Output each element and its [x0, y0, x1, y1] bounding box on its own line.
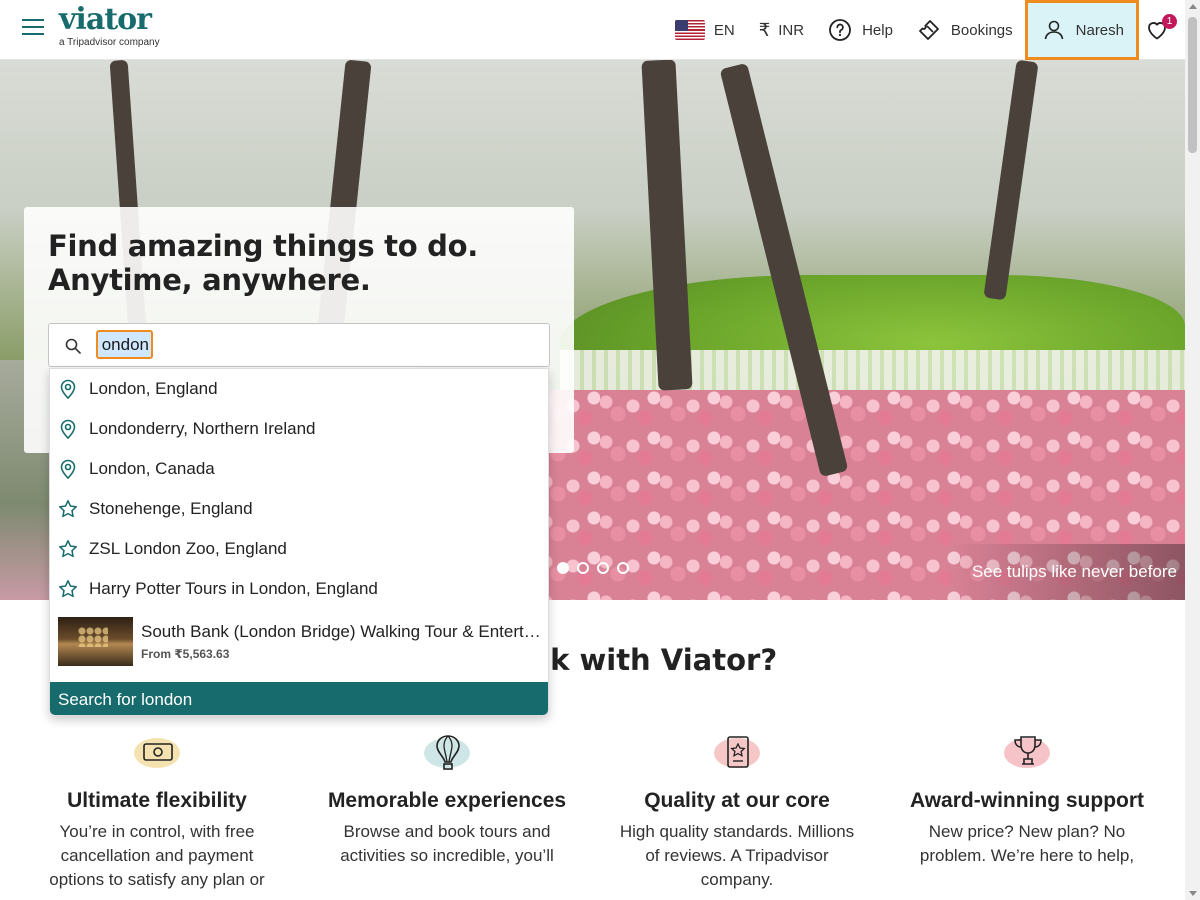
feature-title: Quality at our core	[644, 789, 830, 812]
money-icon-glyph	[143, 743, 173, 761]
badge-star-icon	[712, 730, 762, 774]
feature-description: You’re in control, with free cancellatio…	[49, 822, 265, 889]
star-icon	[59, 540, 77, 558]
hero-heading-line2: Anytime, anywhere.	[48, 263, 371, 297]
language-label: EN	[713, 21, 735, 39]
scroll-down-arrow-icon[interactable]	[1189, 891, 1197, 896]
ticket-icon	[919, 20, 939, 40]
carousel-dot-3[interactable]	[597, 562, 609, 574]
suggestion-label: London, England	[89, 379, 218, 398]
user-profile-button[interactable]: Naresh	[1024, 0, 1139, 60]
suggestion-label: ZSL London Zoo, England	[89, 539, 287, 558]
bookings-label: Bookings	[950, 21, 1013, 39]
user-name: Naresh	[1075, 21, 1124, 39]
search-for-label: Search for london	[58, 689, 193, 709]
feature-experiences: Memorable experiences Browse and book to…	[322, 730, 572, 868]
suggestion-label: Stonehenge, England	[89, 499, 253, 518]
us-flag-icon	[674, 20, 705, 40]
badge-star-icon-glyph	[727, 736, 749, 768]
help-icon	[829, 19, 851, 41]
viator-logo[interactable]: viator a Tripadvisor company	[59, 2, 160, 48]
location-pin-icon	[60, 459, 76, 479]
product-price: From ₹5,563.63	[141, 646, 230, 661]
star-icon	[59, 580, 77, 598]
site-header: viator a Tripadvisor company EN ₹ INR He…	[0, 0, 1185, 60]
wishlist-button[interactable]: 1	[1139, 0, 1185, 60]
search-suggestions-dropdown: London, England Londonderry, Northern Ir…	[49, 368, 549, 716]
tree-trunk	[983, 60, 1039, 301]
feature-description: New price? New plan? No problem. We’re h…	[919, 822, 1135, 865]
suggestion-label: Londonderry, Northern Ireland	[89, 419, 316, 438]
menu-icon[interactable]	[22, 19, 44, 37]
currency-selector[interactable]: ₹ INR	[747, 0, 816, 60]
trophy-icon-glyph	[1014, 736, 1042, 765]
star-icon	[59, 500, 77, 518]
suggestion-item[interactable]: Harry Potter Tours in London, England	[50, 569, 548, 609]
hot-air-balloon-icon	[422, 730, 472, 774]
logo-tagline: a Tripadvisor company	[59, 37, 160, 48]
hero-heading: Find amazing things to do. Anytime, anyw…	[48, 229, 478, 297]
top-nav: EN ₹ INR Help Bookings Naresh 1	[663, 0, 1185, 60]
search-box[interactable]	[48, 323, 550, 367]
user-icon	[1044, 20, 1063, 40]
search-for-button[interactable]: Search for london	[50, 682, 548, 715]
product-suggestion[interactable]: South Bank (London Bridge) Walking Tour …	[50, 609, 548, 673]
suggestion-item[interactable]: London, Canada	[50, 449, 548, 489]
help-link[interactable]: Help	[816, 0, 905, 60]
hero-caption: See tulips like never before	[945, 544, 1185, 600]
help-label: Help	[862, 21, 893, 39]
hero-image-white-flowers	[560, 350, 1185, 395]
carousel-dot-1[interactable]	[557, 562, 569, 574]
hero-heading-line1: Find amazing things to do.	[48, 229, 478, 263]
suggestion-label: Harry Potter Tours in London, England	[89, 579, 378, 598]
carousel-dot-2[interactable]	[577, 562, 589, 574]
logo-wordmark: viator	[59, 2, 152, 37]
page-scrollbar[interactable]	[1185, 0, 1200, 900]
product-thumbnail	[58, 616, 133, 666]
carousel-dots	[557, 562, 629, 574]
scrollbar-thumb[interactable]	[1188, 17, 1197, 153]
feature-quality: Quality at our core High quality standar…	[612, 730, 862, 892]
feature-description: Browse and book tours and activities so …	[340, 822, 554, 865]
suggestion-item[interactable]: Londonderry, Northern Ireland	[50, 409, 548, 449]
hot-air-balloon-icon-glyph	[436, 735, 460, 770]
language-selector[interactable]: EN	[663, 0, 747, 60]
rupee-icon: ₹	[758, 19, 771, 40]
feature-title: Award-winning support	[909, 789, 1145, 812]
scroll-up-arrow-icon[interactable]	[1189, 4, 1197, 9]
suggestion-item[interactable]: London, England	[50, 369, 548, 409]
bookings-link[interactable]: Bookings	[905, 0, 1025, 60]
product-title: South Bank (London Bridge) Walking Tour …	[141, 621, 543, 641]
search-icon	[65, 338, 81, 354]
feature-support: Award-winning support New price? New pla…	[902, 730, 1152, 868]
feature-title: Ultimate flexibility	[67, 789, 247, 812]
suggestion-item[interactable]: Stonehenge, England	[50, 489, 548, 529]
currency-label: INR	[778, 21, 805, 39]
search-input[interactable]	[96, 330, 153, 359]
feature-description: High quality standards. Millions of revi…	[619, 822, 855, 889]
location-pin-icon	[60, 379, 76, 399]
trophy-icon	[1002, 730, 1052, 774]
money-icon	[132, 730, 182, 774]
carousel-dot-4[interactable]	[617, 562, 629, 574]
location-pin-icon	[60, 419, 76, 439]
feature-flexibility: Ultimate flexibility You’re in control, …	[32, 730, 282, 892]
suggestion-item[interactable]: ZSL London Zoo, England	[50, 529, 548, 569]
hero-caption-text: See tulips like never before	[971, 562, 1177, 581]
suggestion-label: London, Canada	[89, 459, 215, 478]
wishlist-count-badge: 1	[1162, 14, 1177, 29]
feature-title: Memorable experiences	[327, 789, 567, 812]
